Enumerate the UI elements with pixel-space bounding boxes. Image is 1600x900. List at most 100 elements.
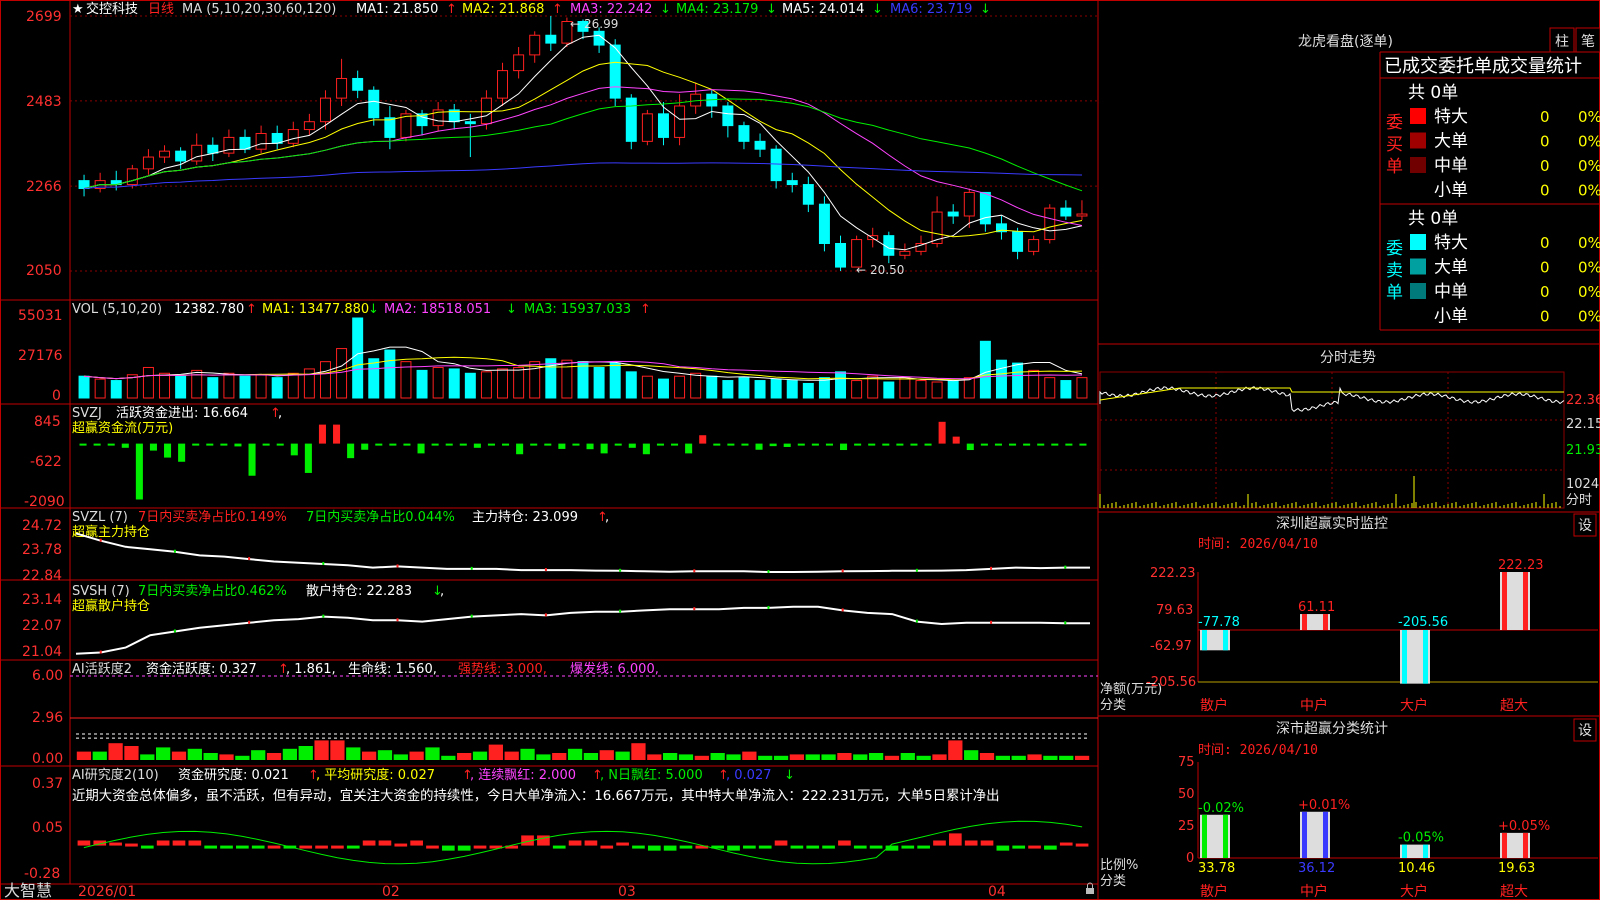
buy-row-count: 0: [1540, 108, 1550, 126]
lock-icon[interactable]: [1086, 882, 1094, 894]
svsh-label: SVSH (7): [72, 584, 130, 599]
svzj-bar: [910, 443, 918, 446]
candle-body: [287, 129, 299, 144]
svzj-bar: [924, 443, 932, 446]
sz-tick-0: 222.23: [1150, 566, 1196, 581]
volume-bar: [368, 358, 380, 399]
ai2-bar: [282, 748, 298, 760]
intraday-axis: 22.36 22.15 21.93 1024 分时: [1566, 393, 1600, 508]
svzj-bar: [93, 443, 101, 446]
x-label-feb: 02: [382, 884, 400, 900]
ma4-value: MA4: 23.179: [676, 2, 758, 17]
volume-bar: [448, 368, 460, 399]
ma-label: MA (5,10,20,30,60,120): [182, 2, 336, 17]
szs-cat-3: 超大: [1500, 884, 1528, 900]
intraday-panel: 分时走势 22.36 22.15 21.93 1024 分时: [1099, 350, 1600, 509]
period-label[interactable]: 日线: [148, 2, 174, 17]
ai2-bar: [1027, 754, 1042, 760]
ai-research-bar: [140, 845, 154, 849]
volume-bar: [1060, 380, 1072, 399]
stock-name[interactable]: 交控科技: [86, 1, 138, 17]
candle-body: [513, 54, 525, 72]
ai-research-bar: [600, 845, 614, 849]
volume-bar: [287, 372, 299, 399]
szs-cat-0: 散户: [1200, 883, 1228, 900]
sz-bar-label: -205.56: [1398, 615, 1448, 630]
volume-bar: [384, 349, 396, 399]
ma5-arrow: ↓: [872, 2, 883, 17]
ai2-axis: 6.00 2.96 0.00: [32, 668, 63, 767]
sell-label-char-0: 委: [1386, 239, 1403, 259]
buy-rows: 特大 0 0% 大单 0 0% 中单 0 0% 小单 0 0%: [1410, 107, 1600, 201]
svzj-bar: [347, 443, 355, 459]
ai-research-bar: [679, 845, 693, 849]
ai2-bar: [853, 754, 868, 760]
ai-research-tick-2: -0.28: [24, 866, 60, 882]
candle-body: [1060, 207, 1072, 217]
svsh-retail-position-tail: ,: [440, 584, 444, 599]
svzj-bar: [375, 443, 383, 446]
ai-research-bar: [362, 840, 376, 846]
szs-value-label: 36.12: [1298, 861, 1335, 876]
volume-bar: [915, 380, 927, 399]
sell-row-pct: 0%: [1578, 234, 1600, 252]
sz-monitor-settings-label: 设: [1578, 518, 1592, 534]
candle-body: [1044, 207, 1056, 241]
volume-bar: [1012, 362, 1024, 399]
sz-bar-label: 222.23: [1498, 558, 1544, 573]
ai-research-bar: [632, 845, 645, 849]
svzj-bar: [614, 443, 622, 446]
ai-research-bar: [236, 845, 249, 849]
svsh-marker: [915, 619, 918, 623]
sz-stats-axis: 75 50 25 0: [1178, 755, 1195, 866]
ai-research-bar: [346, 845, 360, 849]
svzl-marker: [248, 557, 251, 561]
szs-bar-edge-l: [1302, 811, 1307, 858]
ma2-value: MA2: 21.868: [462, 2, 544, 17]
svzj-bar: [361, 443, 369, 450]
volume-bar: [1028, 369, 1040, 399]
volume-bar: [786, 380, 798, 399]
ai-research-bar: [315, 845, 328, 849]
ai2-bar: [266, 753, 282, 760]
buy-swatch: [1410, 157, 1426, 173]
ai-research-bar: [125, 843, 138, 847]
ai-research-bar: [1044, 845, 1057, 850]
sell-row-count: 0: [1540, 234, 1550, 252]
svzj-bar: [797, 443, 805, 446]
price-tick-3: 2050: [26, 263, 62, 279]
svzl-ratio-1: 7日内买卖净占比0.149%: [138, 509, 287, 525]
ai2-bar: [552, 753, 567, 760]
sell-rows: 特大 0 0% 大单 0 0% 中单 0 0% 小单 0 0%: [1410, 233, 1600, 327]
svzl-axis: 24.72 23.78 22.84: [22, 518, 62, 584]
ai-research-bar: [901, 845, 915, 849]
svzl-marker: [693, 569, 696, 573]
sz-bar-label: 61.11: [1298, 600, 1335, 615]
ai2-bar: [900, 753, 915, 760]
szs-delta-label: +0.05%: [1498, 819, 1550, 834]
volume-bar: [239, 375, 251, 399]
volume-bar: [754, 380, 766, 399]
svzj-bar: [445, 443, 453, 446]
svsh-marker: [990, 620, 993, 624]
volume-bar: [175, 375, 187, 399]
ai2-bar: [361, 751, 377, 760]
volume-bar: [851, 380, 863, 399]
ai-research-bar: [331, 845, 344, 849]
svzj-bar: [178, 443, 186, 462]
volume-bar: [319, 361, 331, 399]
volume-bar: [1044, 377, 1056, 399]
ma3-value: MA3: 22.242: [570, 2, 652, 17]
ai2-bar: [314, 740, 329, 760]
ma1-value: MA1: 21.850: [356, 2, 438, 17]
szs-value-label: 33.78: [1198, 861, 1235, 876]
ai2-bar: [694, 755, 709, 760]
szs-bar-edge-l: [1502, 832, 1507, 858]
candlestick-series: [78, 16, 1088, 271]
sz-xlabel: 分类: [1100, 698, 1126, 713]
ai2-bar: [441, 755, 456, 760]
ai-research-bar: [996, 845, 1010, 851]
volume-bar: [963, 377, 975, 399]
sell-row-count: 0: [1540, 283, 1550, 301]
sz-tick-1: 79.63: [1156, 603, 1193, 618]
